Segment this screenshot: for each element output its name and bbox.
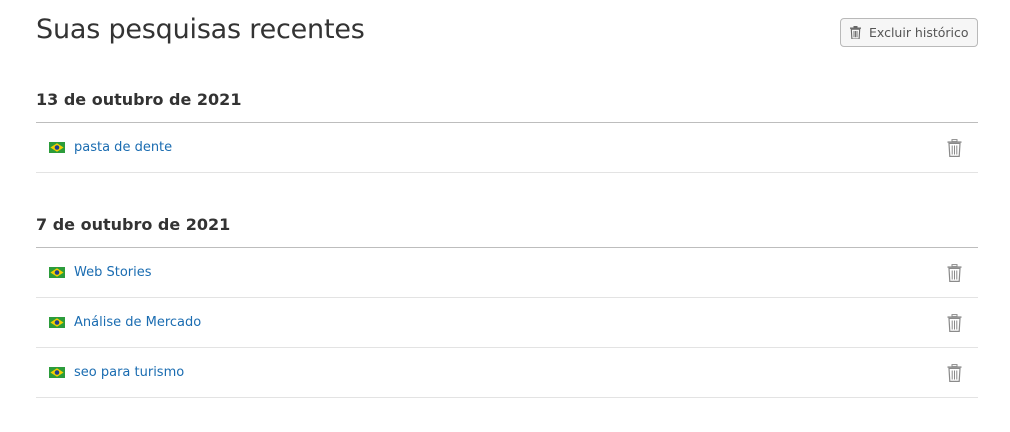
history-link[interactable]: Análise de Mercado [74, 315, 201, 330]
clear-history-label: Excluir histórico [869, 25, 969, 40]
trash-icon[interactable] [947, 313, 962, 332]
history-group: 13 de outubro de 2021 pasta de dente [36, 87, 978, 173]
brazil-flag-icon [36, 267, 65, 278]
history-row: Web Stories [36, 248, 978, 298]
history-link[interactable]: Web Stories [74, 265, 152, 280]
history-link[interactable]: pasta de dente [74, 140, 172, 155]
trash-icon [850, 26, 861, 39]
history-row: Análise de Mercado [36, 298, 978, 348]
history-link[interactable]: seo para turismo [74, 365, 184, 380]
history-row: seo para turismo [36, 348, 978, 398]
group-date: 7 de outubro de 2021 [36, 215, 231, 234]
page-title: Suas pesquisas recentes [36, 14, 365, 45]
trash-icon[interactable] [947, 263, 962, 282]
brazil-flag-icon [36, 367, 65, 378]
history-group: 7 de outubro de 2021 Web Stories Análise… [36, 212, 978, 398]
trash-icon[interactable] [947, 138, 962, 157]
group-date: 13 de outubro de 2021 [36, 90, 242, 109]
history-row: pasta de dente [36, 123, 978, 173]
brazil-flag-icon [36, 317, 65, 328]
brazil-flag-icon [36, 142, 65, 153]
trash-icon[interactable] [947, 363, 962, 382]
clear-history-button[interactable]: Excluir histórico [840, 18, 978, 47]
